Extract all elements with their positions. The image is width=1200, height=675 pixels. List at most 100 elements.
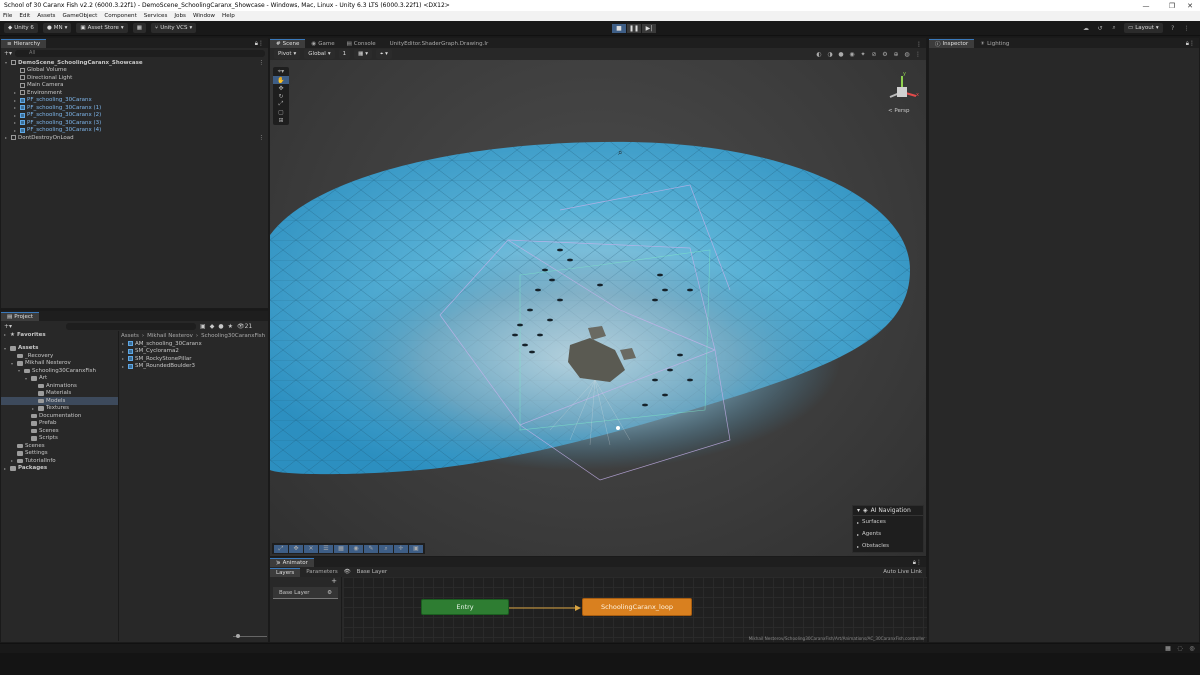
grid-button[interactable]: ▦ — [132, 23, 146, 33]
expand-icon[interactable]: ▸ — [14, 113, 18, 118]
expand-icon[interactable]: ▾ — [5, 60, 9, 65]
tab-hierarchy[interactable]: ≡ Hierarchy — [1, 39, 47, 48]
file-item[interactable]: ▸ AM_schooling_30Caranx — [121, 340, 269, 348]
ai-navigation-item[interactable]: ▸ Obstacles — [853, 540, 923, 552]
step-button[interactable]: ▶| — [642, 24, 656, 33]
folder-item[interactable]: Animations — [1, 382, 118, 390]
filter-icon[interactable]: ▣ — [200, 323, 206, 330]
global-dropdown[interactable]: Global ▾ — [304, 49, 335, 59]
menu-item-help[interactable]: Help — [222, 13, 235, 19]
gear-icon[interactable]: ⚙ — [327, 590, 332, 596]
more-icon[interactable]: ⋮ — [259, 135, 269, 141]
star-icon[interactable]: ★ — [228, 323, 233, 330]
folder-item[interactable]: ▸ Textures — [1, 405, 118, 413]
layout-dropdown[interactable]: ▭ Layout ▾ — [1124, 23, 1163, 33]
expand-icon[interactable]: ▸ — [857, 544, 859, 549]
scale-tool-icon[interactable]: ⤢ — [273, 100, 289, 108]
more-icon[interactable]: ⋮ — [1183, 24, 1191, 32]
ai-navigation-item[interactable]: ▸ Agents — [853, 528, 923, 540]
search-icon[interactable]: ⌕ — [1110, 24, 1118, 32]
add-icon[interactable]: +▾ — [4, 50, 12, 57]
folder-item[interactable]: ▸ TutorialInfo — [1, 457, 118, 465]
hierarchy-item[interactable]: ▸ PF_schooling_30Caranx (3) — [1, 119, 268, 127]
2d-toggle-icon[interactable]: ◑ — [826, 50, 834, 58]
pivot-dropdown[interactable]: Pivot ▾ — [274, 49, 301, 59]
folder-item[interactable]: Settings — [1, 450, 118, 458]
menu-item-window[interactable]: Window — [193, 13, 215, 19]
vcs-button[interactable]: ⑂ Unity VCS ▾ — [150, 23, 197, 33]
file-item[interactable]: ▸ SM_Cyclorama2 — [121, 348, 269, 356]
tool-settings-icon[interactable]: ⤢ — [274, 544, 288, 553]
orientation-icon[interactable]: ✕ — [304, 544, 318, 553]
tab-parameters[interactable]: Parameters — [300, 568, 343, 577]
folder-item[interactable]: Scripts — [1, 435, 118, 443]
hierarchy-item[interactable]: ▸ PF_schooling_30Caranx (1) — [1, 104, 268, 112]
perspective-label[interactable]: < Persp — [888, 108, 909, 114]
effects-icon[interactable]: ✦ — [859, 50, 867, 58]
expand-icon[interactable]: ▾ — [18, 368, 22, 373]
folder-item[interactable]: ▾ Schooling30CaranxFish — [1, 367, 118, 375]
tab-scene[interactable]: # Scene — [270, 39, 306, 48]
expand-icon[interactable]: ▸ — [32, 406, 36, 411]
expand-icon[interactable]: ▾ — [11, 361, 15, 366]
zoom-slider-handle[interactable] — [236, 634, 240, 638]
tab-layers[interactable]: Layers — [270, 567, 301, 577]
notifications-icon[interactable]: ◎ — [1188, 645, 1196, 653]
grid-snap-button[interactable]: ▦ ▾ — [354, 49, 373, 59]
globe-icon[interactable]: ◍ — [903, 50, 911, 58]
entry-node[interactable]: Entry — [421, 599, 509, 615]
hierarchy-item[interactable]: ▸ DontDestroyOnLoad ⋮ — [1, 134, 268, 142]
hierarchy-item[interactable]: Global Volume — [1, 67, 268, 75]
expand-icon[interactable]: ▸ — [4, 466, 8, 471]
grid-snapping-icon[interactable]: ✥ — [289, 544, 303, 553]
expand-icon[interactable]: ▸ — [122, 349, 126, 354]
expand-icon[interactable]: ▸ — [14, 98, 18, 103]
help-icon[interactable]: ? — [1169, 24, 1177, 32]
add-layer-button[interactable]: + — [270, 577, 341, 585]
rect-tool-icon[interactable]: ▢ — [273, 108, 289, 116]
search-icon[interactable]: ⌕ — [379, 544, 393, 553]
expand-icon[interactable]: ▸ — [122, 364, 126, 369]
hierarchy-search-input[interactable]: All — [15, 49, 265, 57]
progress-icon[interactable]: ◌ — [1176, 645, 1184, 653]
expand-icon[interactable]: ▸ — [857, 520, 859, 525]
tab-game[interactable]: ◉ Game — [305, 39, 340, 48]
lighting-icon[interactable]: ☰ — [319, 544, 333, 553]
pause-button[interactable]: ❚❚ — [627, 24, 641, 33]
tab-inspector[interactable]: ⓘ Inspector — [929, 39, 975, 48]
hierarchy-item[interactable]: ▸ PF_schooling_30Caranx (2) — [1, 112, 268, 120]
ai-navigation-header[interactable]: ▾ ◈ AI Navigation — [853, 506, 923, 516]
audio-toggle-icon[interactable]: ◉ — [848, 50, 856, 58]
menu-item-jobs[interactable]: Jobs — [174, 13, 186, 19]
asset-store-button[interactable]: ▣ Asset Store ▾ — [76, 23, 128, 33]
layer-item-base[interactable]: Base Layer ⚙ — [273, 587, 338, 599]
view-tool-icon[interactable]: ⌖▾ — [273, 68, 289, 76]
eye-icon[interactable]: 👁︎ — [344, 569, 351, 575]
hierarchy-item[interactable]: ▸ PF_schooling_30Caranx — [1, 97, 268, 105]
lock-icon[interactable]: 🔒︎⋮ — [913, 559, 926, 567]
tab-project[interactable]: ▤ Project — [1, 312, 40, 321]
expand-icon[interactable]: ▸ — [14, 120, 18, 125]
breadcrumb-item[interactable]: Assets — [121, 333, 139, 339]
overlay-menu-icon[interactable]: ▦ — [334, 544, 348, 553]
expand-icon[interactable]: ▸ — [11, 458, 15, 463]
more-icon[interactable]: ⋮ — [259, 60, 269, 66]
project-search-input[interactable] — [66, 322, 197, 330]
history-icon[interactable]: ↺ — [1096, 24, 1104, 32]
lock-icon[interactable]: 🔒︎⋮ — [255, 40, 268, 48]
close-button[interactable]: ✕ — [1180, 0, 1200, 11]
tab-animator[interactable]: ⋟ Animator — [270, 558, 314, 567]
expand-icon[interactable]: ▾ — [25, 376, 29, 381]
tab-unityeditorshadergra[interactable]: UnityEditor.ShaderGraph.Drawing.Ir — [382, 39, 495, 48]
expand-icon[interactable]: ▾ — [4, 346, 8, 351]
folder-item[interactable]: ▾ Art — [1, 375, 118, 383]
more-icon[interactable]: ⋮ — [916, 41, 926, 48]
minimize-button[interactable]: — — [1132, 0, 1160, 11]
hidden-objects-icon[interactable]: ⊘ — [870, 50, 878, 58]
breadcrumb-item[interactable]: Schooling30CaranxFish — [201, 333, 265, 339]
unity-version-button[interactable]: ◆ Unity 6 — [4, 23, 38, 33]
folder-item[interactable]: Models — [1, 397, 118, 405]
rotate-tool-icon[interactable]: ↻ — [273, 92, 289, 100]
label-icon[interactable]: ◆ — [210, 323, 215, 330]
hand-tool-icon[interactable]: ✋ — [273, 76, 289, 84]
